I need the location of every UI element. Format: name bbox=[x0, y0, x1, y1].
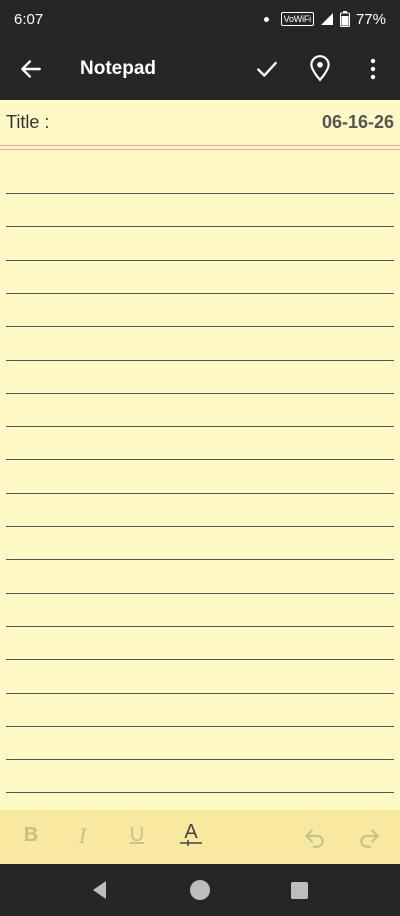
nav-recents-icon[interactable] bbox=[291, 882, 308, 899]
note-title-label: Title : bbox=[6, 111, 50, 132]
ruled-line bbox=[6, 659, 394, 660]
status-time: 6:07 bbox=[14, 10, 44, 28]
ruled-line bbox=[6, 493, 394, 494]
note-date: 06-16-26 bbox=[321, 111, 394, 132]
ruled-line bbox=[6, 393, 394, 394]
signal-icon bbox=[320, 13, 333, 25]
ruled-line bbox=[6, 326, 394, 327]
redo-icon[interactable] bbox=[356, 824, 382, 850]
more-vert-icon[interactable] bbox=[362, 56, 384, 82]
status-bar: 6:07 VoWiFi 77% bbox=[0, 0, 400, 38]
text-color-button[interactable]: A bbox=[178, 821, 204, 846]
ruled-line bbox=[6, 792, 394, 793]
nav-back-icon[interactable] bbox=[90, 880, 110, 900]
notification-dot-icon bbox=[263, 16, 269, 22]
vowifi-indicator: VoWiFi bbox=[280, 12, 314, 26]
ruled-line bbox=[6, 593, 394, 594]
ruled-line bbox=[6, 526, 394, 527]
note-body-input[interactable] bbox=[6, 151, 394, 809]
nav-home-icon[interactable] bbox=[190, 880, 210, 900]
app-title: Notepad bbox=[80, 58, 156, 79]
ruled-line bbox=[6, 193, 394, 194]
ruled-line bbox=[6, 459, 394, 460]
undo-icon[interactable] bbox=[302, 824, 328, 850]
location-pin-icon[interactable] bbox=[307, 54, 333, 82]
ruled-line bbox=[6, 559, 394, 560]
ruled-line bbox=[6, 759, 394, 760]
ruled-line bbox=[6, 726, 394, 727]
system-nav-bar bbox=[0, 864, 400, 916]
back-arrow-icon[interactable] bbox=[18, 56, 44, 82]
italic-button[interactable]: I bbox=[70, 824, 96, 848]
check-icon[interactable] bbox=[254, 56, 280, 82]
ruled-line bbox=[6, 626, 394, 627]
ruled-line bbox=[6, 693, 394, 694]
format-toolbar: B I U A bbox=[0, 810, 400, 864]
ruled-line bbox=[6, 360, 394, 361]
ruled-line bbox=[6, 293, 394, 294]
ruled-line bbox=[6, 226, 394, 227]
status-icons: VoWiFi 77% bbox=[263, 10, 386, 28]
ruled-line bbox=[6, 426, 394, 427]
battery-icon bbox=[339, 11, 350, 27]
battery-percent: 77% bbox=[355, 10, 386, 28]
underline-button[interactable]: U bbox=[124, 824, 150, 847]
ruled-line bbox=[6, 260, 394, 261]
app-bar: Notepad bbox=[0, 38, 400, 100]
bold-button[interactable]: B bbox=[18, 824, 44, 847]
text-color-label: A bbox=[184, 821, 198, 843]
note-title-row[interactable]: Title : 06-16-26 bbox=[0, 100, 400, 144]
